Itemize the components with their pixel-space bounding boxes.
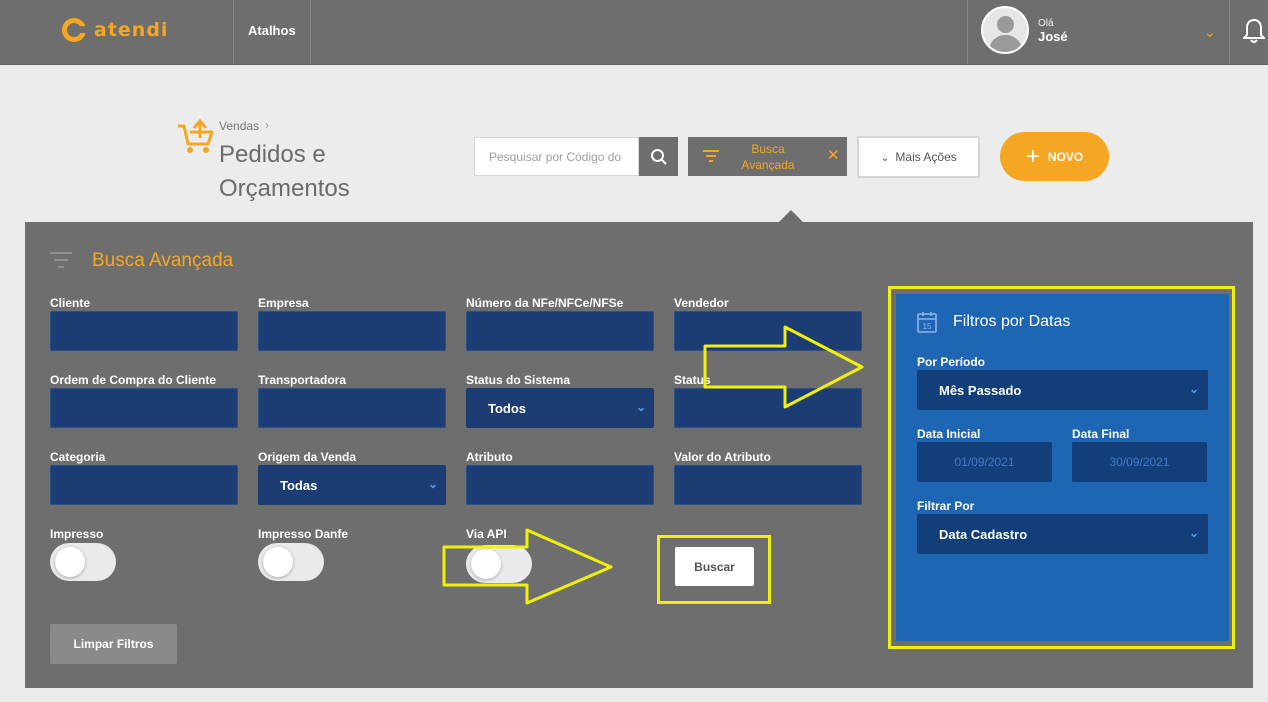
clear-filters-button[interactable]: Limpar Filtros <box>50 624 177 664</box>
highlight-box-date-filters <box>888 286 1235 649</box>
highlight-box-buscar <box>657 535 771 604</box>
atendi-logo[interactable]: atendi <box>62 18 168 42</box>
atributo-label: Atributo <box>466 450 513 464</box>
chevron-down-icon[interactable]: ⌄ <box>1204 24 1216 41</box>
divider <box>1229 0 1230 64</box>
cliente-field[interactable] <box>50 311 238 351</box>
status-sistema-select[interactable]: Todos ⌄ <box>466 388 654 428</box>
filter-icon <box>703 150 719 162</box>
divider <box>967 0 968 64</box>
plus-icon: + <box>1025 142 1040 170</box>
close-icon[interactable]: ✕ <box>827 146 840 164</box>
logo-icon <box>62 18 87 42</box>
divider <box>310 0 311 64</box>
via-api-label: Via API <box>466 527 507 541</box>
vendedor-field[interactable] <box>674 311 862 351</box>
impresso-danfe-label: Impresso Danfe <box>258 527 349 541</box>
empresa-field[interactable] <box>258 311 446 351</box>
advanced-search-button[interactable]: Busca Avançada ✕ <box>688 137 847 176</box>
new-label: NOVO <box>1047 149 1084 164</box>
transportadora-label: Transportadora <box>258 373 347 387</box>
cliente-label: Cliente <box>50 296 91 310</box>
categoria-label: Categoria <box>50 450 106 464</box>
page-title: Pedidos e Orçamentos <box>219 141 350 202</box>
chevron-down-icon: ⌄ <box>427 477 438 491</box>
greeting-text: Olá <box>1038 18 1054 29</box>
chevron-down-icon: ⌄ <box>880 151 890 164</box>
search-input[interactable] <box>474 137 639 176</box>
more-actions-button[interactable]: ⌄ Mais Ações <box>857 136 980 178</box>
transportadora-field[interactable] <box>258 388 446 428</box>
empresa-label: Empresa <box>258 296 309 310</box>
breadcrumb[interactable]: Vendas <box>219 119 259 133</box>
valor-atributo-field[interactable] <box>674 465 862 505</box>
numero-nf-field[interactable] <box>466 311 654 351</box>
top-bar: atendi Atalhos Olá José ⌄ <box>0 0 1268 65</box>
cart-icon <box>178 118 214 153</box>
status-label: Status <box>674 373 711 387</box>
origem-venda-value: Todas <box>280 477 318 493</box>
bell-icon[interactable] <box>1243 18 1265 44</box>
vendedor-label: Vendedor <box>674 296 729 310</box>
ordem-compra-field[interactable] <box>50 388 238 428</box>
numero-nf-label: Número da NFe/NFCe/NFSe <box>466 296 624 310</box>
advanced-search-label: Busca Avançada <box>741 142 795 172</box>
origem-venda-select[interactable]: Todas ⌄ <box>258 465 446 505</box>
status-sistema-label: Status do Sistema <box>466 373 571 387</box>
impresso-label: Impresso <box>50 527 104 541</box>
origem-venda-label: Origem da Venda <box>258 450 357 464</box>
user-name[interactable]: José <box>1038 29 1068 44</box>
panel-title: Busca Avançada <box>92 250 234 271</box>
status-field[interactable] <box>674 388 862 428</box>
impresso-toggle[interactable] <box>50 543 116 581</box>
search-button[interactable] <box>639 137 678 176</box>
search-icon <box>650 148 667 165</box>
filter-icon <box>50 252 72 268</box>
chevron-down-icon: ⌄ <box>635 400 646 414</box>
atributo-field[interactable] <box>466 465 654 505</box>
avatar[interactable] <box>981 6 1029 54</box>
categoria-field[interactable] <box>50 465 238 505</box>
divider <box>233 0 234 64</box>
via-api-toggle[interactable] <box>466 545 532 583</box>
ordem-compra-label: Ordem de Compra do Cliente <box>50 373 217 387</box>
panel-pointer <box>779 210 803 222</box>
chevron-right-icon: › <box>265 118 269 132</box>
logo-text: atendi <box>94 19 169 41</box>
impresso-danfe-toggle[interactable] <box>258 543 324 581</box>
valor-atributo-label: Valor do Atributo <box>674 450 771 464</box>
shortcuts-menu[interactable]: Atalhos <box>248 23 296 38</box>
new-button[interactable]: + NOVO <box>1000 132 1109 181</box>
more-actions-label: Mais Ações <box>895 150 957 164</box>
status-sistema-value: Todos <box>488 400 527 416</box>
